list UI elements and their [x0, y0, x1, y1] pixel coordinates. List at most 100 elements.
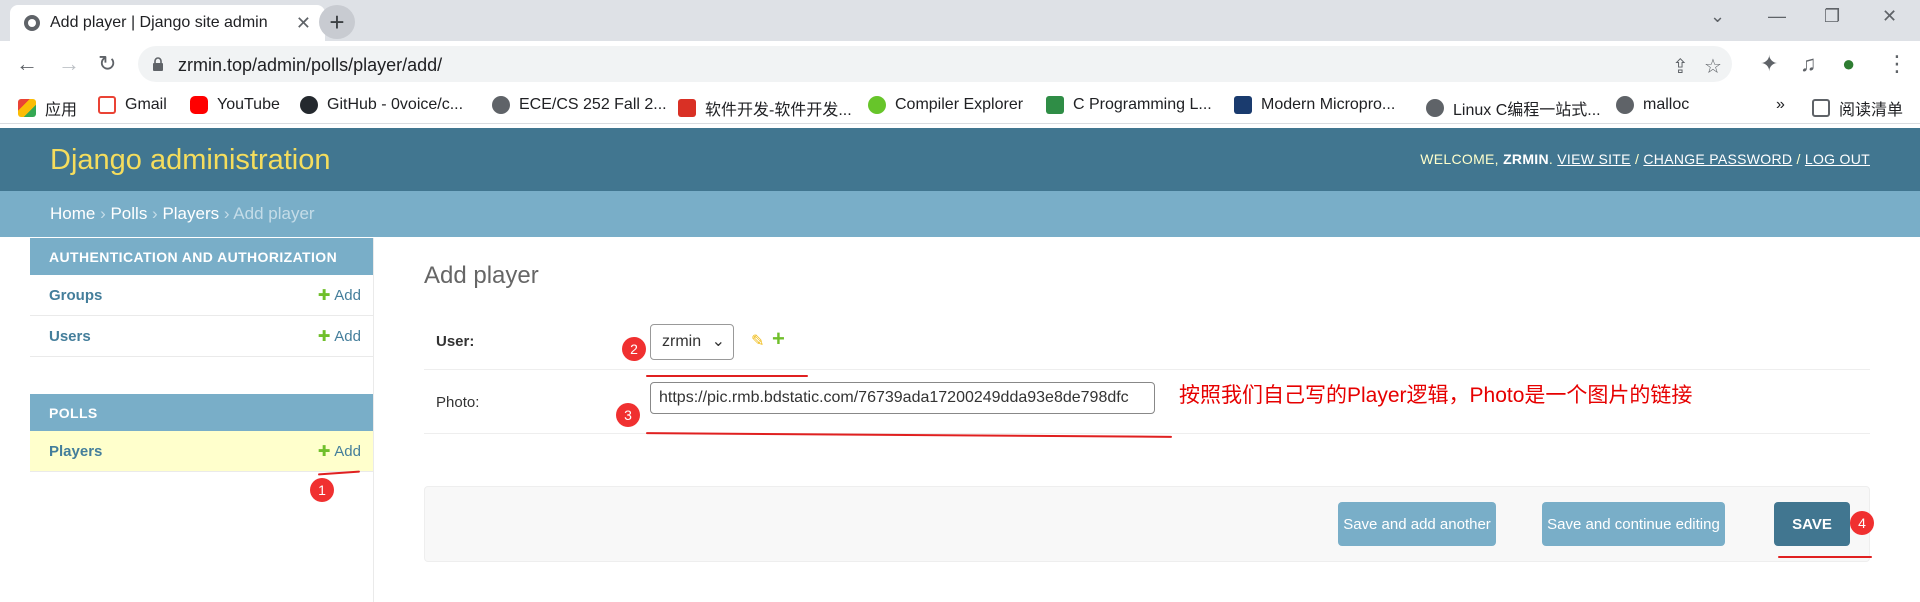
user-tools: WELCOME, ZRMIN. VIEW SITE / CHANGE PASSW… — [1420, 151, 1870, 167]
bookmark-gmail[interactable]: Gmail — [98, 96, 167, 114]
url-text: zrmin.top/admin/polls/player/add/ — [178, 55, 443, 75]
username: ZRMIN — [1503, 151, 1549, 167]
users-add-link[interactable]: ✚ Add — [318, 327, 361, 345]
bookmark-label: C Programming L... — [1073, 96, 1212, 113]
save-and-continue-button[interactable]: Save and continue editing — [1542, 502, 1725, 546]
more-bookmarks-label: » — [1776, 96, 1785, 113]
globe-icon — [492, 96, 510, 114]
bookmark-malloc[interactable]: malloc — [1616, 96, 1689, 114]
breadcrumb: Home › Polls › Players › Add player — [0, 191, 1920, 237]
tab-title: Add player | Django site admin — [50, 14, 268, 31]
gmail-icon — [98, 96, 116, 114]
menu-kebab-icon[interactable]: ⋮ — [1886, 53, 1908, 75]
bookmark-label: 应用 — [45, 102, 78, 119]
users-link[interactable]: Users — [49, 328, 91, 345]
breadcrumb-polls[interactable]: Polls — [110, 204, 147, 223]
groups-add-link[interactable]: ✚ Add — [318, 286, 361, 304]
site-branding[interactable]: Django administration — [50, 144, 330, 177]
groups-link[interactable]: Groups — [49, 287, 102, 304]
user-select[interactable]: zrmin ⌄ — [650, 324, 734, 360]
save-button[interactable]: SAVE — [1774, 502, 1850, 546]
submit-row: Save and add another Save and continue e… — [424, 486, 1870, 562]
main-content: Add player User: zrmin ⌄ ✎ + Photo: http… — [424, 238, 1870, 562]
forward-arrow-icon[interactable]: → — [58, 53, 80, 75]
bookmarks-bar: 应用 Gmail YouTube GitHub - 0voice/c... EC… — [0, 88, 1920, 124]
admin-header: Django administration WELCOME, ZRMIN. VI… — [0, 128, 1920, 191]
players-add-link[interactable]: ✚ Add — [318, 442, 361, 460]
book-cover-icon — [1234, 96, 1252, 114]
share-icon[interactable]: ⇪ — [1672, 54, 1689, 79]
marker-3: 3 — [616, 403, 640, 427]
globe-icon — [24, 15, 40, 31]
browser-tab[interactable]: Add player | Django site admin ✕ — [10, 5, 325, 41]
tab-search-icon[interactable]: ⌄ — [1710, 6, 1725, 27]
plus-icon: ✚ — [317, 443, 331, 460]
back-arrow-icon[interactable]: ← — [16, 53, 38, 75]
change-user-pencil-icon[interactable]: ✎ — [751, 331, 764, 351]
bookmark-label: malloc — [1643, 96, 1690, 113]
browser-tab-bar: Add player | Django site admin ✕ + ⌄ — ❐… — [0, 0, 1920, 41]
new-tab-button[interactable]: + — [319, 5, 355, 39]
user-select-value: zrmin — [662, 333, 702, 350]
nav-sidebar: AUTHENTICATION AND AUTHORIZATION Groups … — [30, 238, 374, 602]
photo-url-input[interactable]: https://pic.rmb.bdstatic.com/76739ada172… — [650, 382, 1155, 414]
bookmark-modern-micropro[interactable]: Modern Micropro... — [1234, 96, 1395, 114]
page-title: Add player — [424, 262, 539, 289]
save-and-add-another-button[interactable]: Save and add another — [1338, 502, 1496, 546]
plus-icon: ✚ — [317, 287, 331, 304]
restore-icon[interactable]: ❐ — [1824, 6, 1840, 27]
minimize-icon[interactable]: — — [1768, 6, 1786, 27]
bookmark-label: Compiler Explorer — [895, 96, 1024, 113]
bookmark-ep[interactable]: 软件开发-软件开发... — [678, 96, 852, 120]
more-bookmarks-button[interactable]: » — [1776, 96, 1785, 114]
bookmark-compiler-explorer[interactable]: Compiler Explorer — [868, 96, 1023, 114]
log-out-link[interactable]: LOG OUT — [1805, 151, 1870, 167]
bookmark-label: YouTube — [217, 96, 280, 113]
breadcrumb-current: Add player — [233, 204, 315, 223]
breadcrumb-players[interactable]: Players — [162, 204, 219, 223]
chevron-down-icon: ⌄ — [711, 333, 725, 350]
view-site-link[interactable]: VIEW SITE — [1557, 151, 1631, 167]
annotation-text: 按照我们自己写的Player逻辑，Photo是一个图片的链接 — [1179, 384, 1693, 407]
close-tab-icon[interactable]: ✕ — [296, 14, 311, 32]
media-control-icon[interactable]: ♫ — [1800, 53, 1817, 75]
reload-icon[interactable]: ↻ — [98, 53, 116, 75]
bookmark-youtube[interactable]: YouTube — [190, 96, 280, 114]
auth-module-caption[interactable]: AUTHENTICATION AND AUTHORIZATION — [30, 238, 373, 275]
breadcrumb-home[interactable]: Home — [50, 204, 95, 223]
apps-grid-icon — [18, 99, 36, 117]
address-bar[interactable]: zrmin.top/admin/polls/player/add/ ⇪ ☆ — [138, 46, 1732, 82]
add-label: Add — [334, 287, 361, 304]
marker-4: 4 — [1850, 511, 1874, 535]
bookmark-c-programming[interactable]: C Programming L... — [1046, 96, 1212, 114]
extensions-icon[interactable]: ✦ — [1760, 53, 1778, 75]
bookmark-linux-c[interactable]: Linux C编程一站式... — [1426, 96, 1601, 120]
bookmark-label: Linux C编程一站式... — [1453, 102, 1601, 119]
youtube-icon — [190, 96, 208, 114]
bookmark-ece[interactable]: ECE/CS 252 Fall 2... — [492, 96, 667, 114]
add-user-plus-icon[interactable]: + — [772, 326, 785, 352]
github-icon — [300, 96, 318, 114]
bookmark-apps[interactable]: 应用 — [18, 96, 77, 120]
lock-icon — [153, 57, 163, 71]
reading-list-button[interactable]: 阅读清单 — [1812, 96, 1903, 120]
underline-mark-4 — [1778, 556, 1872, 558]
geeksforgeeks-icon — [1046, 96, 1064, 114]
profile-avatar-icon[interactable]: ● — [1842, 53, 1855, 75]
photo-field-row: Photo: https://pic.rmb.bdstatic.com/7673… — [424, 371, 1870, 434]
bookmark-label: ECE/CS 252 Fall 2... — [519, 96, 667, 113]
add-label: Add — [334, 328, 361, 345]
reading-list-icon — [1812, 99, 1830, 117]
sidebar-item-users: Users ✚ Add — [30, 316, 373, 357]
bookmark-github[interactable]: GitHub - 0voice/c... — [300, 96, 463, 114]
ep-logo-icon — [678, 99, 696, 117]
bookmark-label: 软件开发-软件开发... — [705, 102, 852, 119]
players-link[interactable]: Players — [49, 443, 102, 460]
browser-toolbar: ← → ↻ zrmin.top/admin/polls/player/add/ … — [0, 41, 1920, 88]
polls-module-caption[interactable]: POLLS — [30, 394, 373, 431]
change-password-link[interactable]: CHANGE PASSWORD — [1643, 151, 1792, 167]
user-label: User: — [436, 333, 475, 350]
bookmark-star-icon[interactable]: ☆ — [1704, 54, 1722, 79]
window-close-icon[interactable]: ✕ — [1882, 6, 1897, 27]
